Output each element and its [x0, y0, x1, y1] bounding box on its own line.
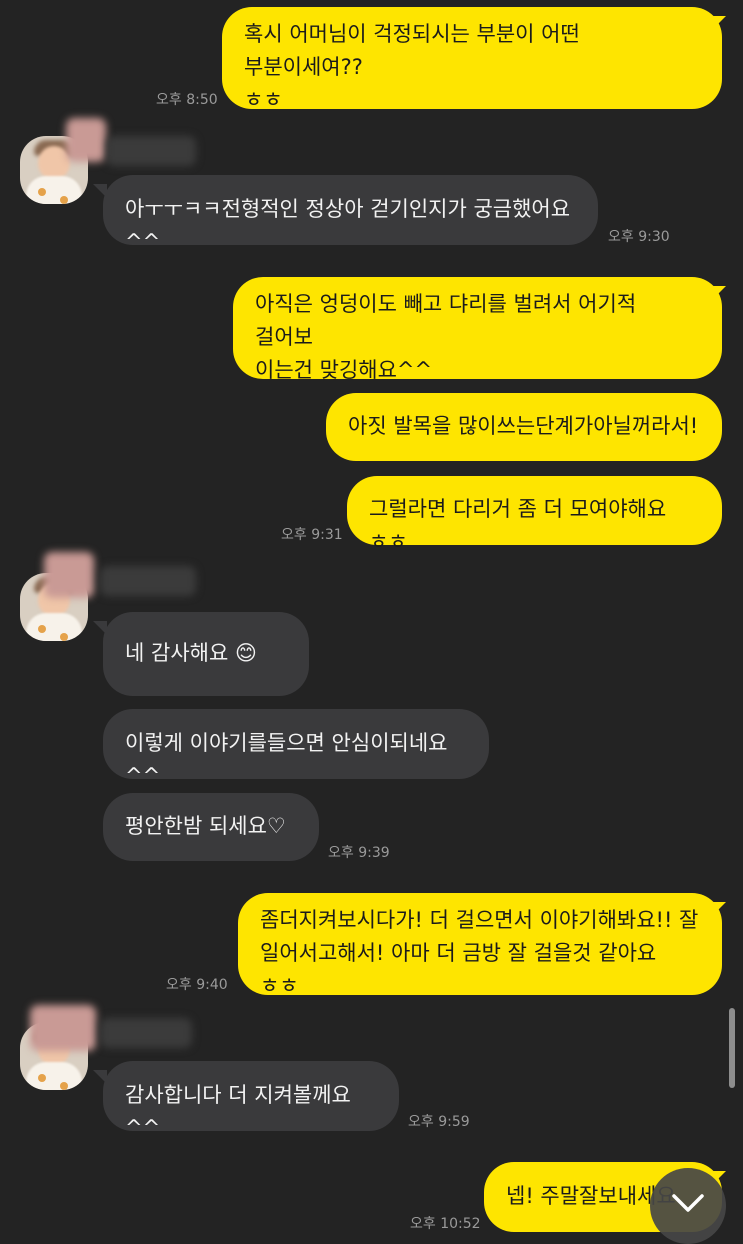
bubble-tail	[93, 184, 107, 198]
message-bubble-sent[interactable]: 그럴라면 다리거 좀 더 모여야해요 ㅎㅎ	[347, 476, 722, 554]
message-bubble-received[interactable]: 아ㅜㅜㅋㅋ전형적인 정상아 걷기인지가 궁금했어요^^	[103, 175, 598, 254]
bubble-tail	[712, 902, 726, 916]
message-time: 오후 9:31	[281, 527, 343, 543]
message-time: 오후 9:40	[166, 977, 228, 993]
message-bubble-received[interactable]: 네 감사해요 😊	[103, 612, 309, 696]
message-bubble-sent[interactable]: 좀더지켜보시다가! 더 걸으면서 이야기해봐요!! 잘 일어서고해서! 아마 더…	[238, 893, 722, 998]
sender-name	[100, 1018, 192, 1048]
bubble-tail	[93, 1070, 107, 1084]
sender-name	[30, 1005, 96, 1051]
message-bubble-received[interactable]: 평안한밤 되세요♡	[103, 793, 319, 861]
scrollbar-thumb[interactable]	[729, 1008, 735, 1088]
message-time: 오후 9:59	[408, 1114, 470, 1130]
bubble-tail	[712, 16, 726, 30]
chat-room: 혹시 어머님이 걱정되시는 부분이 어떤 부분이세여?? ㅎㅎ 오후 8:50 …	[0, 0, 743, 1244]
message-bubble-sent[interactable]: 아짓 발목을 많이쓰는단계가아닐꺼라서!	[326, 393, 722, 461]
message-bubble-sent[interactable]: 혹시 어머님이 걱정되시는 부분이 어떤 부분이세여?? ㅎㅎ	[222, 7, 722, 112]
sender-name	[100, 566, 196, 596]
sender-name	[44, 552, 94, 598]
chevron-down-icon	[672, 1194, 704, 1212]
message-time: 오후 8:50	[156, 92, 218, 108]
message-time: 오후 9:30	[608, 229, 670, 245]
message-bubble-sent[interactable]: 아직은 엉덩이도 빼고 댜리를 벌려서 어기적 걸어보 이는건 맞깅해요^^	[233, 277, 722, 382]
scroll-to-bottom-button[interactable]	[650, 1168, 726, 1244]
message-time: 오후 9:39	[328, 845, 390, 861]
message-bubble-received[interactable]: 감사합니다 더 지켜볼께요^^	[103, 1061, 399, 1140]
sender-name	[66, 118, 106, 162]
message-time: 오후 10:52	[410, 1216, 481, 1232]
sender-name	[106, 136, 196, 166]
message-bubble-received[interactable]: 이렇게 이야기를들으면 안심이되네요^^	[103, 709, 489, 788]
bubble-tail	[93, 621, 107, 635]
bubble-tail	[712, 286, 726, 300]
